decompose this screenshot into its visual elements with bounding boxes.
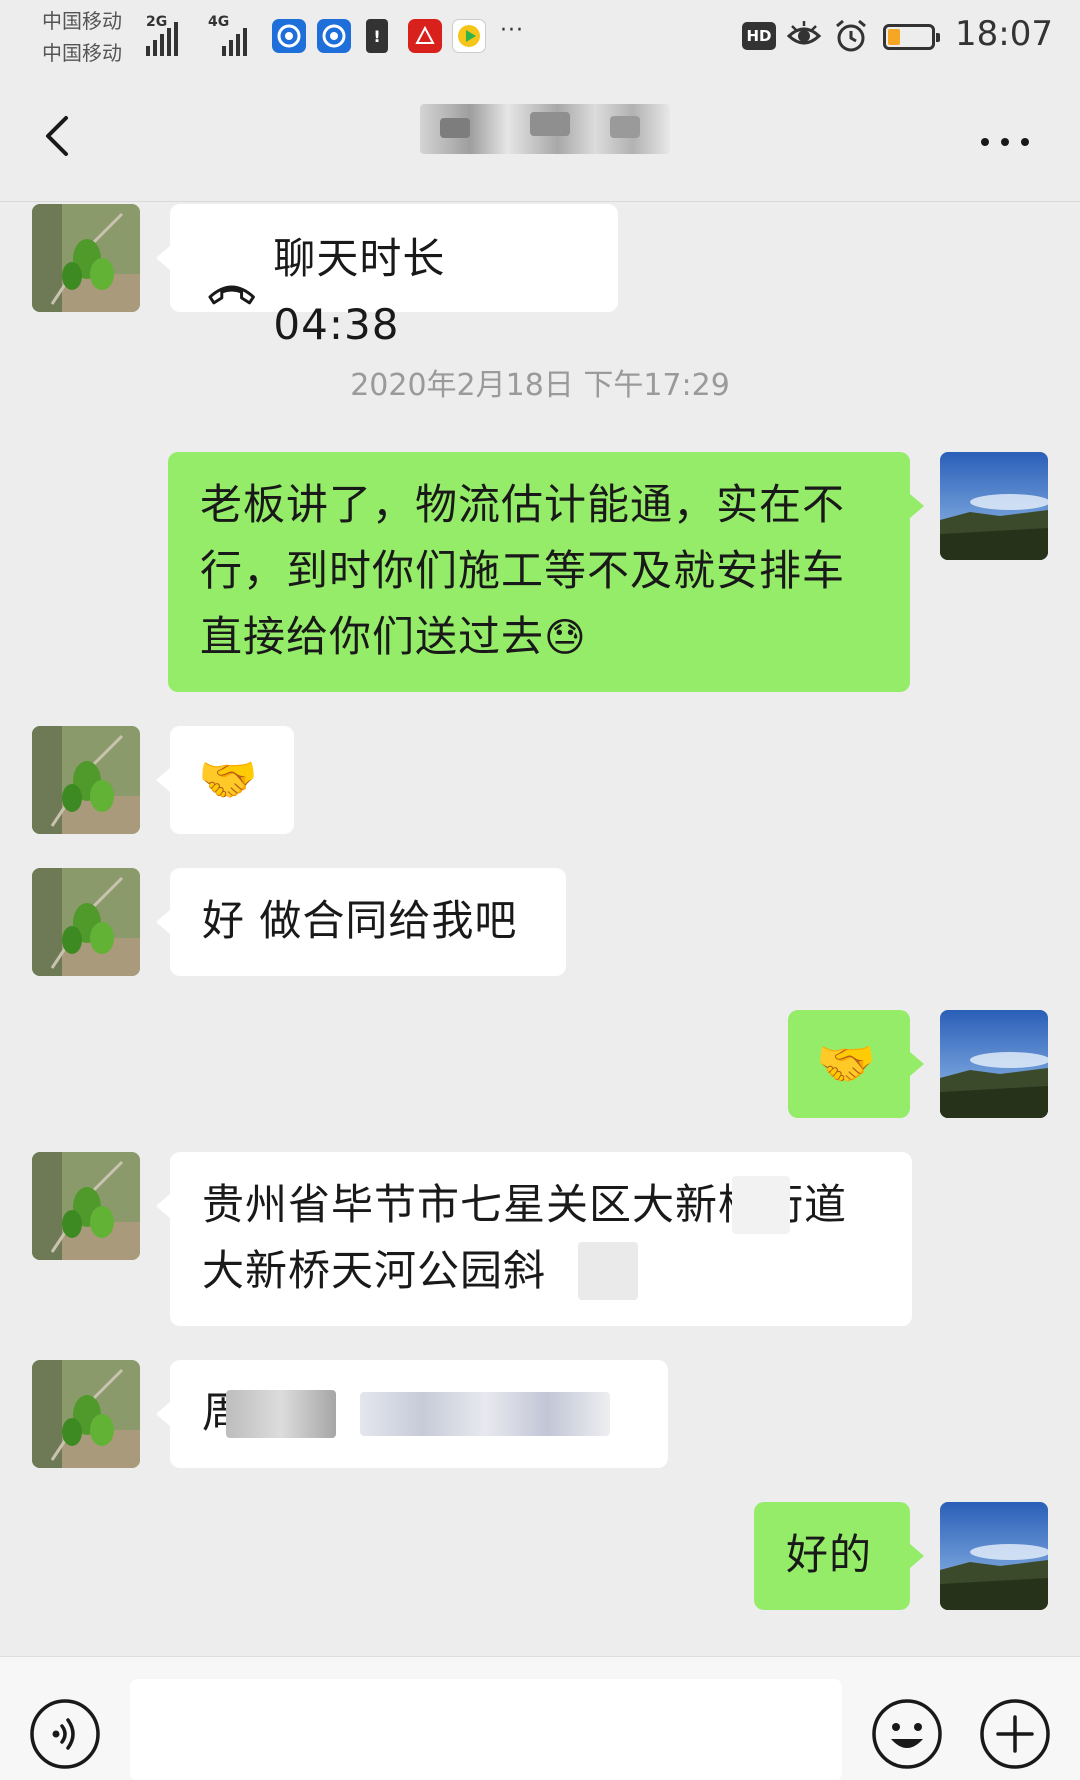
network-type-4g: 4G [208, 14, 230, 30]
received-emoji-bubble[interactable]: 🤝 [156, 726, 294, 834]
redaction-blur [530, 112, 570, 136]
more-dots-icon [981, 138, 989, 146]
status-time: 18:07 [955, 14, 1053, 54]
emoji-icon [872, 1699, 942, 1769]
network-type-2g: 2G [146, 14, 168, 30]
self-avatar[interactable] [940, 1502, 1048, 1610]
carrier-label-1: 中国移动 [42, 9, 122, 33]
sweat-smile-emoji: 😓 [544, 615, 587, 661]
phone-hangup-icon [208, 285, 255, 305]
emoji-button[interactable] [870, 1697, 944, 1771]
handshake-emoji: 🤝 [198, 752, 259, 808]
voice-icon [30, 1699, 100, 1769]
redaction-blur [578, 1242, 638, 1300]
self-avatar[interactable] [940, 1010, 1048, 1118]
message-text: 好 做合同给我吧 [202, 896, 518, 945]
sent-message-bubble[interactable]: 好的 [754, 1502, 924, 1610]
contact-avatar[interactable] [32, 868, 140, 976]
received-message-bubble[interactable]: 好 做合同给我吧 [156, 868, 566, 976]
status-bar: 中国移动 中国移动 2G 4G ! ··· HD 18:07 [0, 0, 1080, 76]
contact-avatar[interactable] [32, 204, 140, 312]
plus-icon [980, 1699, 1050, 1769]
back-button[interactable] [30, 106, 90, 166]
chat-header [0, 76, 1080, 202]
redaction-blur [440, 118, 470, 138]
redaction-blur [360, 1392, 610, 1436]
battery-icon [883, 24, 940, 50]
xuexi-app-icon [408, 19, 442, 53]
redaction-blur [610, 116, 640, 138]
chat-title-redacted [420, 98, 670, 158]
contact-avatar[interactable] [32, 726, 140, 834]
carrier-label-2: 中国移动 [42, 41, 122, 65]
blue-circle-app-icon [272, 19, 306, 53]
redaction-blur [226, 1390, 336, 1438]
hd-badge: HD [742, 22, 776, 50]
call-duration-label: 聊天时长 04:38 [273, 234, 446, 349]
sim-alert-icon: ! [366, 19, 388, 53]
blue-circle-app-icon [317, 19, 351, 53]
message-timestamp: 2020年2月18日 下午17:29 [350, 368, 730, 403]
chevron-left-icon [46, 116, 68, 156]
input-bar [0, 1656, 1080, 1780]
eye-icon [786, 18, 822, 58]
message-text: 老板讲了，物流估计能通，实在不行，到时你们施工等不及就安排车直接给你们送过去 [200, 480, 846, 661]
sent-message-bubble[interactable]: 老板讲了，物流估计能通，实在不行，到时你们施工等不及就安排车直接给你们送过去😓 [168, 452, 924, 692]
video-app-icon [452, 19, 486, 53]
received-address-bubble[interactable]: 贵州省毕节市七星关区大新桥街道大新桥天河公园斜 [156, 1152, 912, 1326]
handshake-emoji: 🤝 [816, 1036, 877, 1092]
sent-emoji-bubble[interactable]: 🤝 [788, 1010, 924, 1118]
voice-button[interactable] [28, 1697, 102, 1771]
self-avatar[interactable] [940, 452, 1048, 560]
alarm-icon [833, 18, 869, 58]
call-record-bubble[interactable]: 聊天时长 04:38 [156, 204, 618, 349]
contact-avatar[interactable] [32, 1360, 140, 1468]
redaction-blur [732, 1176, 790, 1234]
received-redacted-bubble[interactable]: 周 [156, 1360, 668, 1468]
plus-button[interactable] [978, 1697, 1052, 1771]
more-notifications-icon: ··· [500, 18, 524, 43]
message-text: 好的 [786, 1530, 873, 1579]
more-options-button[interactable] [975, 122, 1035, 162]
message-input[interactable] [130, 1679, 842, 1780]
battery-level [888, 29, 900, 45]
signal-icon: 4G [208, 14, 263, 56]
contact-avatar[interactable] [32, 1152, 140, 1260]
signal-icon: 2G [146, 14, 196, 56]
